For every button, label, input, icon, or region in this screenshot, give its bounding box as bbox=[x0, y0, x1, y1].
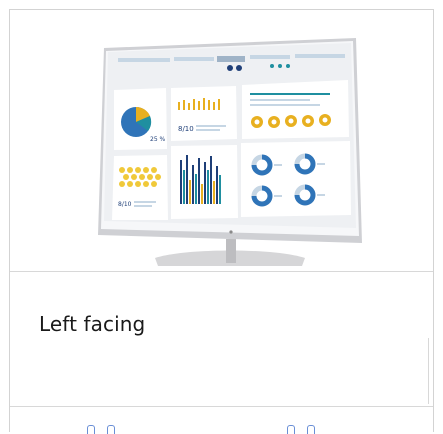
view-label: Left facing bbox=[39, 312, 146, 336]
hex-tile: 8/10 bbox=[112, 155, 168, 220]
pie-tile: 25 % bbox=[114, 88, 167, 150]
link-hint-mark bbox=[87, 425, 95, 434]
monitor-stand-neck bbox=[226, 239, 236, 263]
progress-tile bbox=[242, 80, 349, 139]
link-hint-mark bbox=[107, 425, 115, 434]
bars-tile: 8/10 bbox=[171, 86, 237, 141]
monitor-icon: 25 % 8/10 8/10 bbox=[98, 38, 362, 266]
dots-tile bbox=[171, 145, 238, 219]
product-view-card[interactable]: 25 % 8/10 8/10 Left facing bbox=[9, 9, 434, 434]
pie-percent-label: 25 % bbox=[150, 136, 166, 143]
card-divider bbox=[428, 338, 429, 404]
hex-score-label: 8/10 bbox=[118, 201, 132, 208]
caption-area: Left facing bbox=[10, 272, 433, 407]
donuts-tile bbox=[241, 141, 351, 217]
link-hint-mark bbox=[307, 425, 315, 434]
product-image: 25 % 8/10 8/10 bbox=[10, 10, 433, 272]
power-logo bbox=[229, 230, 233, 234]
next-card-hint bbox=[10, 407, 433, 434]
link-hint-mark bbox=[287, 425, 295, 434]
bars-score-label: 8/10 bbox=[178, 125, 194, 133]
